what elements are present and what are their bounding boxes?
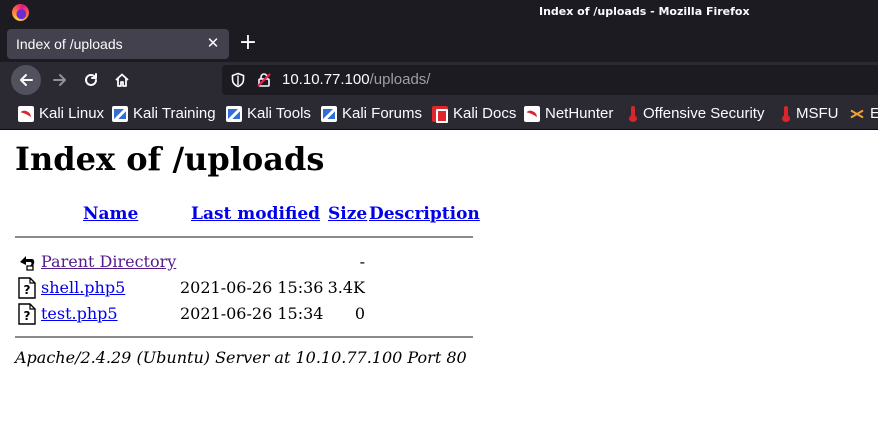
tab-label: Index of /uploads [16,36,123,52]
back-arrow-icon [20,256,35,271]
back-button[interactable] [11,65,41,95]
bookmark-offensive-security[interactable]: Offensive Security [628,105,764,122]
kali-docs-icon [432,105,448,123]
firefox-logo-icon [12,4,29,21]
close-tab-icon[interactable]: ✕ [203,33,223,53]
sort-by-description-link[interactable]: Description [369,204,480,224]
bookmark-exploit-db[interactable]: E [849,105,878,122]
unknown-file-icon: ? [18,277,36,299]
svg-text:?: ? [24,309,31,323]
new-tab-button[interactable]: + [236,31,260,55]
kali-tools-icon [226,105,242,122]
sort-by-name-link[interactable]: Name [83,204,138,224]
url-text[interactable]: 10.10.77.100/uploads/ [282,71,430,88]
navigation-toolbar: 10.10.77.100/uploads/ [0,62,878,98]
kali-forums-icon [321,105,337,122]
server-signature: Apache/2.4.29 (Ubuntu) Server at 10.10.7… [15,348,467,367]
page-title: Index of /uploads [15,140,325,178]
sort-by-last-modified-link[interactable]: Last modified [191,204,320,224]
header-divider [15,236,473,238]
bookmark-label: E [870,105,878,122]
url-path: /uploads/ [369,71,431,88]
reload-icon [85,73,97,86]
bookmark-label: MSFU [796,105,839,122]
bookmark-label: Kali Linux [39,105,105,122]
bookmark-label: Kali Training [133,105,216,122]
nethunter-icon [524,105,540,122]
reload-button[interactable] [76,65,106,95]
column-header-name[interactable]: Name [83,204,138,224]
home-button[interactable] [107,65,137,95]
footer-divider [15,336,473,338]
sort-by-size-link[interactable]: Size [328,204,367,224]
svg-text:?: ? [24,283,31,297]
tab-active[interactable]: Index of /uploads ✕ [7,29,229,59]
listing-row-file: ? test.php5 2021-06-26 15:34 0 [15,302,475,326]
column-header-size[interactable]: Size [328,204,367,224]
forward-arrow-icon [53,74,66,86]
kali-dragon-icon [18,105,34,122]
row-date: 2021-06-26 15:34 [180,304,324,323]
column-header-description[interactable]: Description [369,204,480,224]
bookmarks-toolbar: Kali Linux Kali Training Kali Tools Kali… [0,98,878,130]
back-arrow-icon [20,74,33,86]
bookmark-kali-linux[interactable]: Kali Linux [18,105,104,122]
bookmark-label: Kali Docs [453,105,517,122]
offsec-icon [628,105,638,122]
row-size: 3.4K [327,278,365,297]
window-title-text: Index of /uploads - Mozilla Firefox [539,5,750,18]
home-icon [115,73,129,87]
page-content: Index of /uploads Name Last modified Siz… [0,131,878,444]
row-size: - [359,252,365,271]
bookmark-label: Kali Tools [247,105,311,122]
parent-directory-link[interactable]: Parent Directory [41,252,176,271]
row-date: 2021-06-26 15:36 [180,278,324,297]
unknown-file-icon: ? [18,303,36,325]
file-link-test-php5[interactable]: test.php5 [41,304,118,323]
file-link-shell-php5[interactable]: shell.php5 [41,278,125,297]
window-titlebar: Index of /uploads - Mozilla Firefox [0,0,878,26]
bookmark-kali-docs[interactable]: Kali Docs [432,105,517,123]
bookmark-kali-forums[interactable]: Kali Forums [321,105,422,122]
kali-training-icon [112,105,128,122]
bookmark-kali-tools[interactable]: Kali Tools [226,105,311,122]
address-bar[interactable]: 10.10.77.100/uploads/ [222,65,878,95]
forward-button[interactable] [45,65,75,95]
row-size: 0 [354,304,365,323]
msfu-icon [781,105,791,122]
bookmark-msfu[interactable]: MSFU [781,105,839,122]
listing-row-file: ? shell.php5 2021-06-26 15:36 3.4K [15,276,475,300]
bookmark-kali-training[interactable]: Kali Training [112,105,216,122]
column-header-last-modified[interactable]: Last modified [191,204,320,224]
bookmark-label: Offensive Security [643,105,765,122]
bookmark-label: NetHunter [545,105,614,122]
exploit-db-icon [849,106,865,122]
listing-row-parent: Parent Directory - [15,250,475,274]
tab-strip: Index of /uploads ✕ + [0,26,878,62]
bookmark-label: Kali Forums [342,105,423,122]
bookmark-nethunter[interactable]: NetHunter [524,105,613,122]
insecure-lock-icon[interactable] [256,72,272,88]
url-host: 10.10.77.100 [282,71,370,88]
tracking-protection-shield-icon[interactable] [230,72,246,88]
